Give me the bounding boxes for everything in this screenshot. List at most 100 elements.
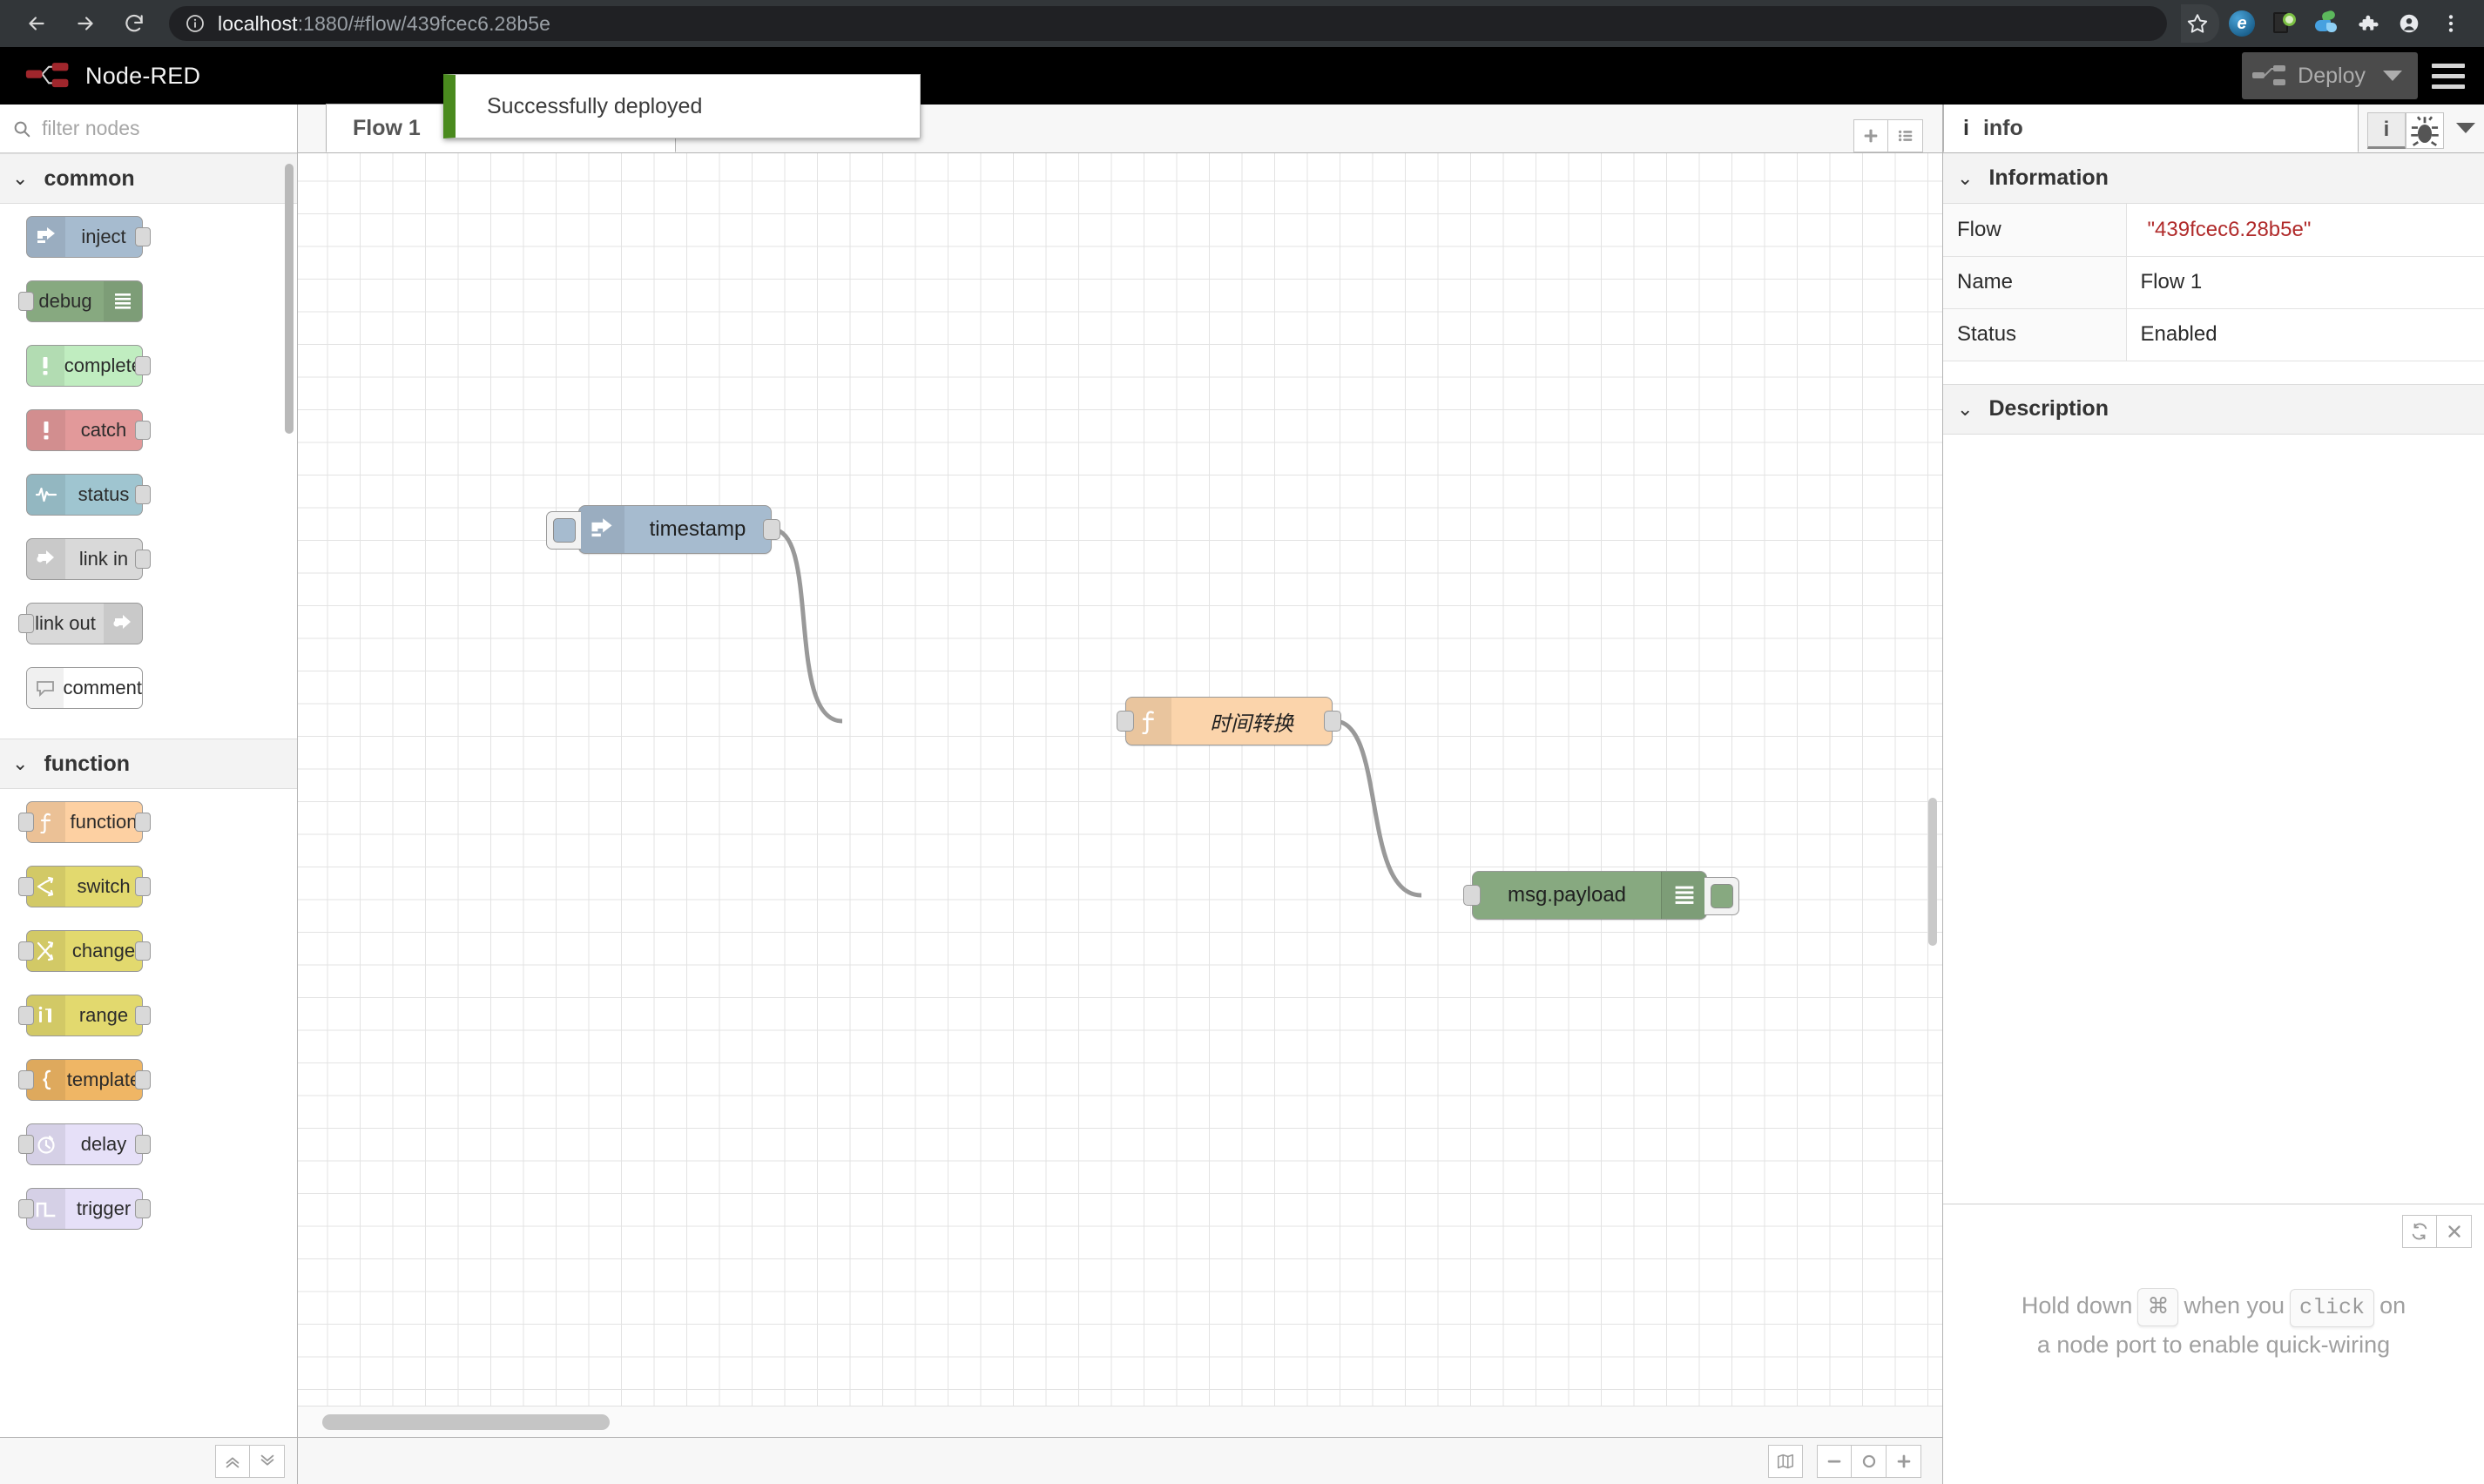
output-port[interactable]: [763, 519, 780, 540]
canvas-vertical-scrollbar[interactable]: [1928, 798, 1937, 946]
forward-button[interactable]: [63, 1, 108, 46]
tip-close-button[interactable]: [2437, 1215, 2472, 1248]
zoom-reset-button[interactable]: [1852, 1444, 1887, 1478]
palette-node-label: debug: [38, 290, 92, 312]
palette-node-complete[interactable]: complete: [26, 345, 151, 387]
palette-node-debug[interactable]: debug: [18, 280, 143, 322]
notification-message: Successfully deployed: [487, 93, 703, 118]
bookmark-button[interactable]: [2181, 4, 2219, 43]
palette-node-label: switch: [77, 875, 131, 897]
tab-label: Flow 1: [353, 115, 421, 140]
output-port[interactable]: [135, 941, 151, 961]
zoom-controls: [1817, 1444, 1921, 1478]
output-port[interactable]: [135, 877, 151, 896]
navigator-button[interactable]: [1768, 1444, 1803, 1478]
table-row: Status Enabled: [1943, 308, 2484, 361]
tab-info[interactable]: i info: [1943, 104, 2359, 152]
flow-node-label: timestamp: [649, 517, 746, 541]
list-flows-button[interactable]: [1888, 119, 1923, 152]
section-information[interactable]: ⌄ Information: [1943, 153, 2484, 204]
section-description[interactable]: ⌄ Description: [1943, 383, 2484, 435]
output-port[interactable]: [135, 485, 151, 504]
deploy-button[interactable]: Deploy: [2242, 52, 2418, 99]
tip-key-click: click: [2290, 1289, 2375, 1327]
input-port[interactable]: [18, 614, 34, 633]
input-port[interactable]: [18, 877, 34, 896]
palette-node-inject[interactable]: inject: [26, 216, 151, 258]
palette-node-link-in[interactable]: link in: [26, 538, 151, 580]
output-port[interactable]: [135, 227, 151, 246]
input-port[interactable]: [1117, 711, 1134, 732]
palette-node-trigger[interactable]: trigger: [18, 1188, 151, 1230]
extension-leaf-button[interactable]: [2306, 4, 2345, 43]
canvas-horizontal-scrollbar[interactable]: [322, 1414, 610, 1430]
palette-node-label: trigger: [76, 1197, 132, 1219]
palette-node-link-out[interactable]: link out: [18, 603, 143, 644]
canvas-horizontal-scroll-track: [298, 1406, 1942, 1437]
sidebar-info-button[interactable]: i: [2367, 112, 2406, 149]
sidebar-more-button[interactable]: [2456, 123, 2475, 133]
input-port[interactable]: [18, 292, 34, 311]
palette-node-delay[interactable]: delay: [18, 1123, 151, 1165]
flow-node-function[interactable]: 时间转换: [1117, 697, 1341, 745]
collapse-all-button[interactable]: [215, 1444, 250, 1478]
debug-toggle-button[interactable]: [1704, 877, 1739, 915]
output-port[interactable]: [135, 550, 151, 569]
flow-node-debug[interactable]: msg.payload: [1463, 871, 1739, 920]
site-info-icon[interactable]: [185, 13, 206, 34]
canvas-footer: [298, 1437, 1942, 1484]
palette-node-range[interactable]: range: [18, 995, 151, 1036]
input-port[interactable]: [18, 1199, 34, 1218]
expand-all-button[interactable]: [250, 1444, 285, 1478]
palette-node-switch[interactable]: switch: [18, 866, 151, 907]
browser-menu-button[interactable]: [2432, 4, 2470, 43]
main-menu-button[interactable]: [2432, 63, 2465, 89]
input-port[interactable]: [18, 941, 34, 961]
input-port[interactable]: [1463, 885, 1481, 906]
back-button[interactable]: [14, 1, 59, 46]
extension-magnifier-button[interactable]: [2265, 4, 2303, 43]
input-port[interactable]: [18, 1006, 34, 1025]
palette-node-catch[interactable]: catch: [26, 409, 151, 451]
palette-node-change[interactable]: change: [18, 930, 151, 972]
palette-node-status[interactable]: status: [26, 474, 151, 516]
search-input[interactable]: [42, 117, 285, 140]
input-port[interactable]: [18, 1135, 34, 1154]
output-port[interactable]: [1324, 711, 1341, 732]
reload-button[interactable]: [111, 1, 157, 46]
palette-search[interactable]: [0, 105, 297, 153]
flow-node-inject[interactable]: timestamp: [546, 505, 780, 554]
refresh-icon: [2412, 1223, 2427, 1240]
address-bar[interactable]: localhost:1880/#flow/439fcec6.28b5e: [169, 6, 2167, 41]
flow-canvas[interactable]: timestamp 时间转换 msg.payload: [298, 153, 1942, 1437]
output-port[interactable]: [135, 813, 151, 832]
sidebar-debug-button[interactable]: [2406, 112, 2444, 149]
inject-trigger-button[interactable]: [546, 511, 581, 550]
output-port[interactable]: [135, 1199, 151, 1218]
input-port[interactable]: [18, 1070, 34, 1089]
output-port[interactable]: [135, 1006, 151, 1025]
output-port[interactable]: [135, 356, 151, 375]
chevron-down-icon[interactable]: [2383, 71, 2402, 81]
palette-node-template[interactable]: template: [18, 1059, 151, 1101]
palette-node-comment[interactable]: comment: [26, 667, 143, 709]
output-port[interactable]: [135, 421, 151, 440]
palette-category-common[interactable]: ⌄ common: [0, 153, 297, 204]
app-title: Node-RED: [85, 62, 201, 89]
input-port[interactable]: [18, 813, 34, 832]
extensions-button[interactable]: [2348, 4, 2386, 43]
palette-node-function[interactable]: function: [18, 801, 151, 843]
profile-button[interactable]: [2390, 4, 2428, 43]
output-port[interactable]: [135, 1135, 151, 1154]
zoom-out-button[interactable]: [1817, 1444, 1852, 1478]
flow-node-label: 时间转换: [1210, 712, 1293, 736]
palette-category-function[interactable]: ⌄ function: [0, 739, 297, 789]
tip-refresh-button[interactable]: [2402, 1215, 2437, 1248]
output-port[interactable]: [135, 1070, 151, 1089]
add-flow-button[interactable]: [1853, 119, 1888, 152]
palette-node-label: delay: [80, 1133, 127, 1155]
exclamation-icon: [27, 410, 65, 450]
palette-scrollbar[interactable]: [285, 164, 294, 434]
zoom-in-button[interactable]: [1887, 1444, 1921, 1478]
extension-edge-button[interactable]: e: [2223, 4, 2261, 43]
